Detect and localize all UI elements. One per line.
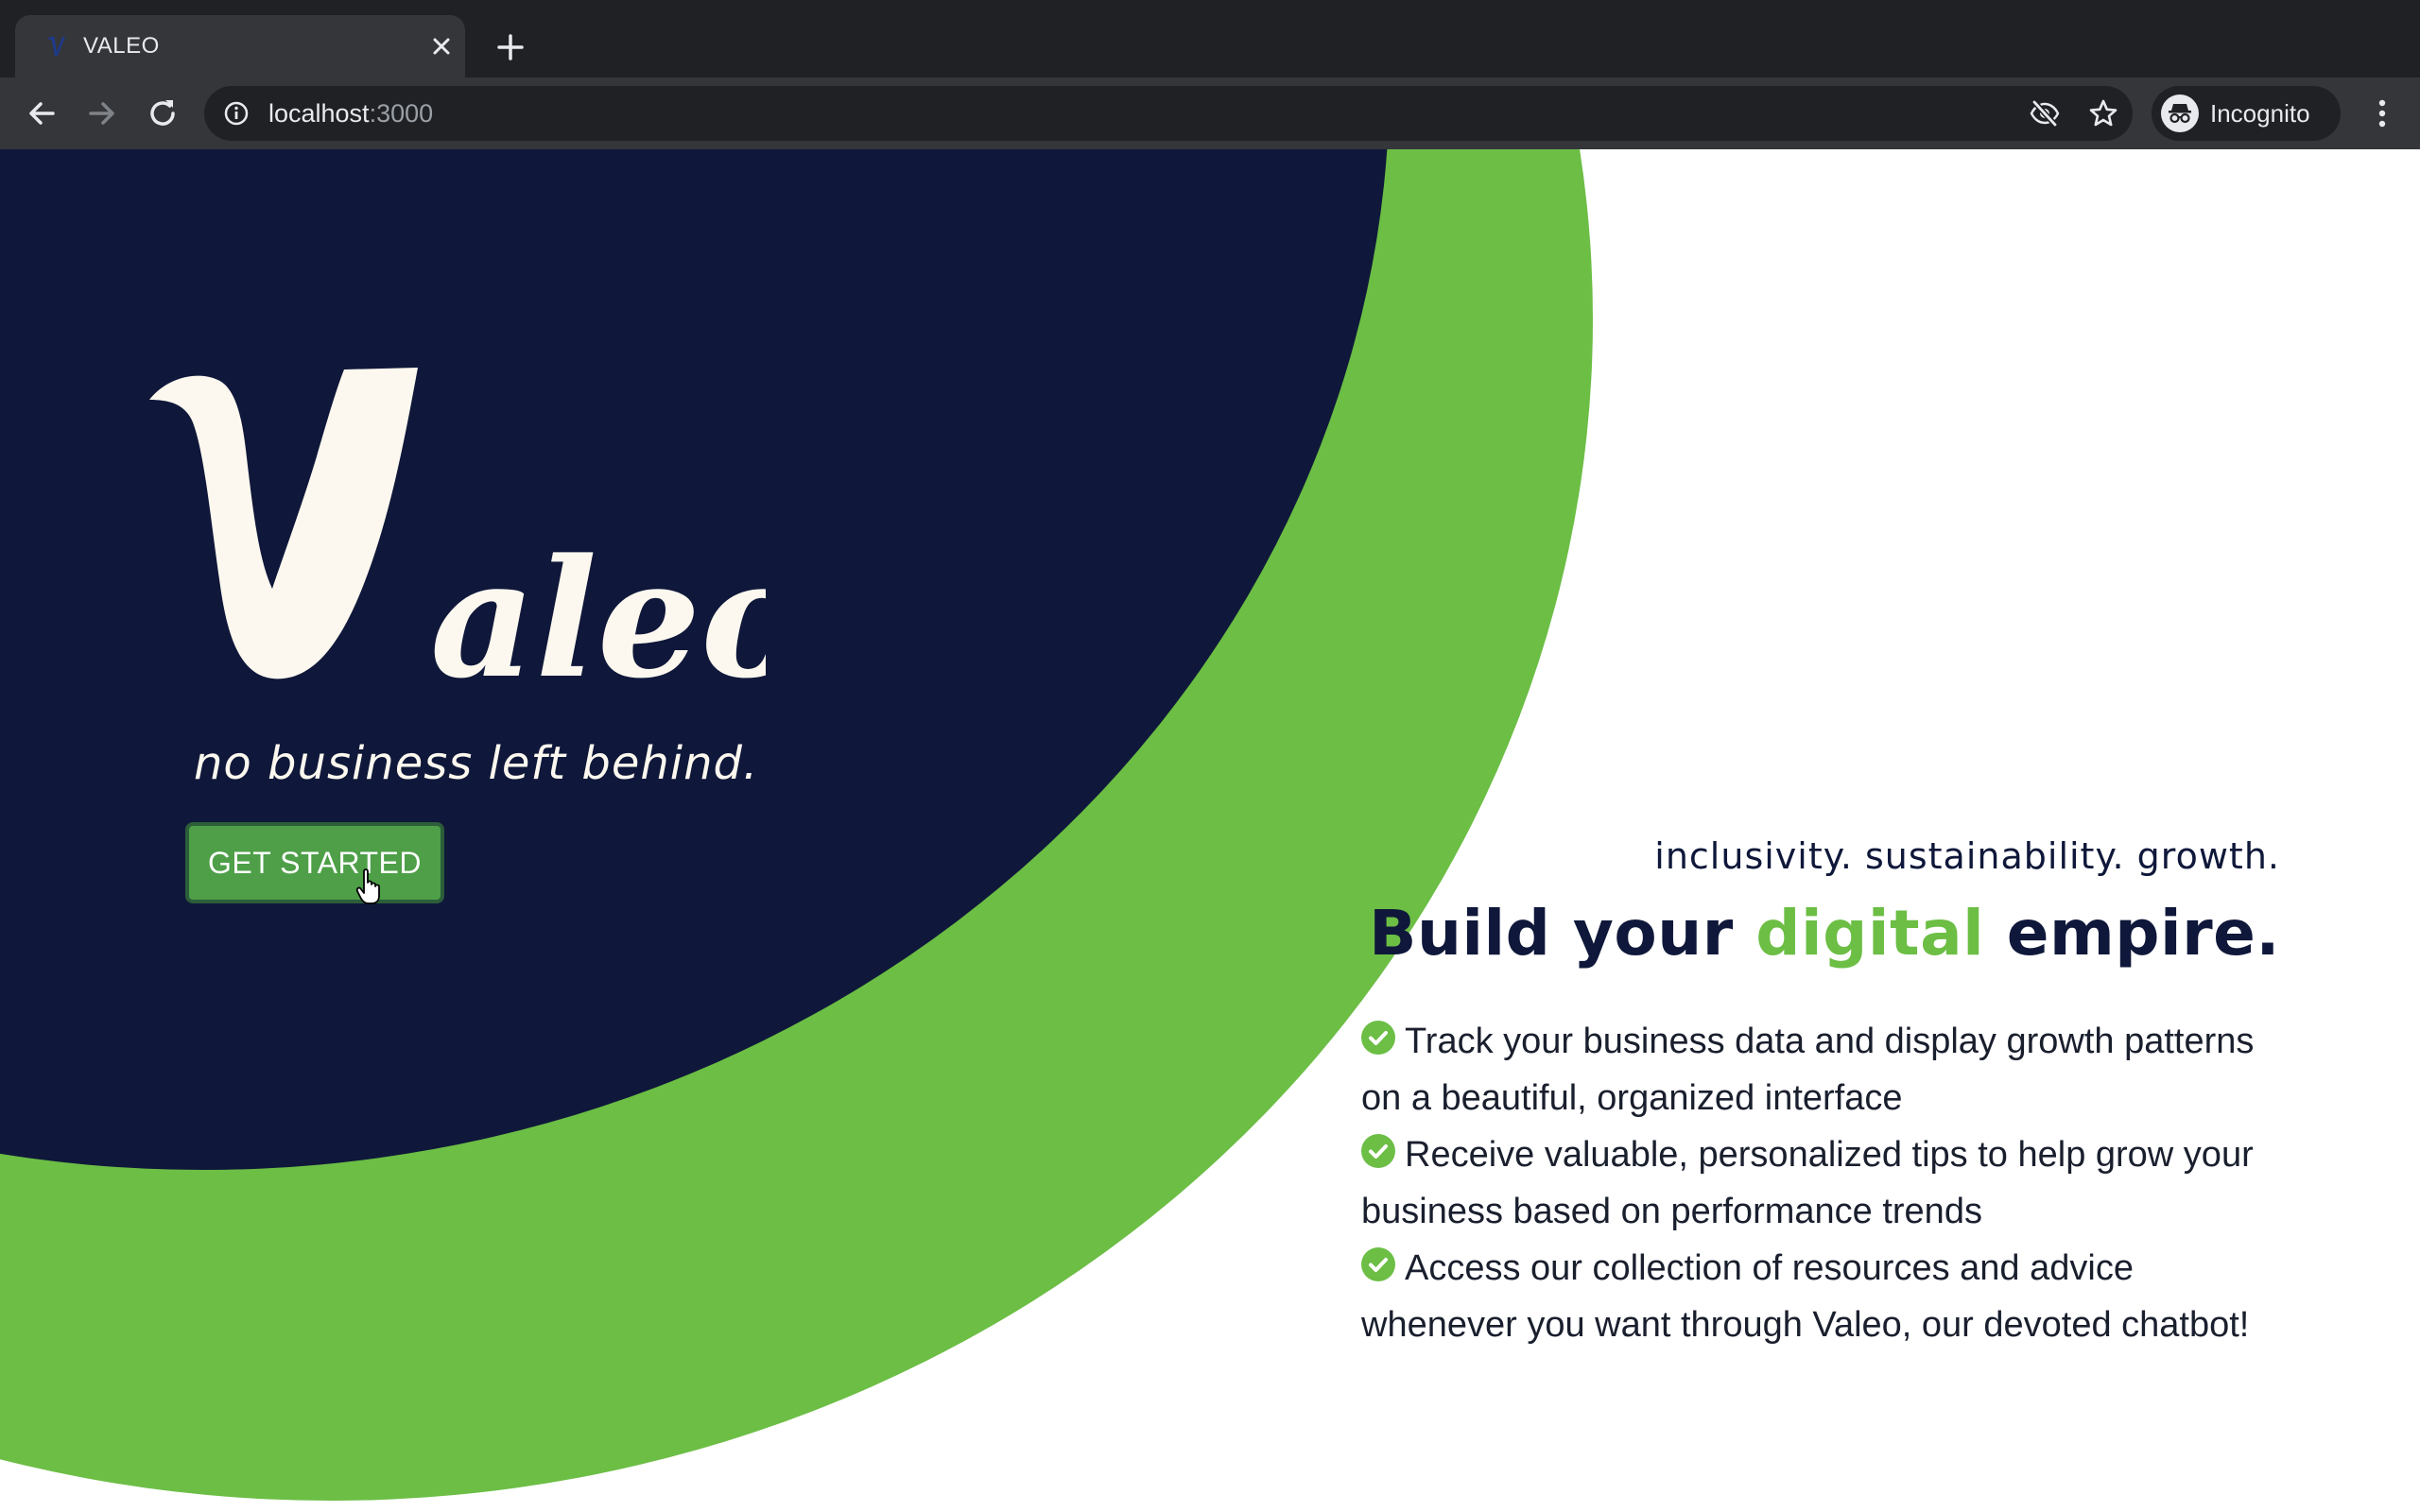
headline-end: empire. (1984, 897, 2280, 970)
valeo-favicon-icon (48, 36, 65, 56)
browser-tab[interactable]: VALEO (15, 15, 465, 77)
back-arrow-icon[interactable] (23, 94, 60, 132)
url-host: localhost (268, 99, 370, 128)
check-circle-icon (1361, 1247, 1395, 1281)
feature-item: Access our collection of resources and a… (1361, 1240, 2280, 1353)
feature-list: Track your business data and display gro… (1361, 1013, 2280, 1353)
feature-text: Receive valuable, personalized tips to h… (1361, 1135, 2254, 1231)
kicker-text: inclusivity. sustainability. growth. (1654, 835, 2280, 877)
headline-start: Build your (1369, 897, 1756, 970)
info-icon[interactable] (223, 100, 250, 127)
tagline: no business left behind. (194, 737, 759, 790)
incognito-icon (2161, 94, 2199, 132)
eye-off-icon[interactable] (2029, 98, 2061, 129)
url-port: :3000 (369, 99, 434, 128)
close-icon[interactable] (429, 34, 454, 59)
check-circle-icon (1361, 1134, 1395, 1168)
tab-title: VALEO (83, 33, 160, 59)
value-proposition: inclusivity. sustainability. growth. Bui… (1361, 830, 2280, 1353)
url-text[interactable]: localhost:3000 (268, 98, 433, 129)
headline: Build your digital empire. (1361, 894, 2280, 973)
browser-toolbar: localhost:3000 Incognito (0, 77, 2420, 149)
headline-accent: digital (1755, 897, 1985, 970)
check-circle-icon (1361, 1021, 1395, 1055)
incognito-label: Incognito (2210, 99, 2310, 128)
get-started-button[interactable]: GET STARTED (185, 822, 444, 903)
feature-text: Track your business data and display gro… (1361, 1022, 2255, 1118)
browser-tab-strip: VALEO (0, 0, 2420, 77)
landing-page: aleo no business left behind. GET STARTE… (0, 149, 2420, 1512)
reload-icon[interactable] (144, 94, 182, 132)
valeo-logo: aleo (149, 368, 766, 693)
forward-arrow-icon[interactable] (83, 94, 121, 132)
star-icon[interactable] (2087, 97, 2119, 129)
logo-wordmark: aleo (430, 523, 766, 693)
new-tab-plus-icon[interactable] (492, 28, 529, 66)
feature-item: Track your business data and display gro… (1361, 1013, 2280, 1126)
feature-item: Receive valuable, personalized tips to h… (1361, 1126, 2280, 1240)
kebab-menu-icon[interactable] (2363, 94, 2401, 132)
feature-text: Access our collection of resources and a… (1361, 1248, 2250, 1345)
address-bar[interactable]: localhost:3000 (204, 86, 2133, 141)
incognito-profile-button[interactable]: Incognito (2152, 86, 2341, 141)
hand-cursor-icon (355, 868, 380, 904)
